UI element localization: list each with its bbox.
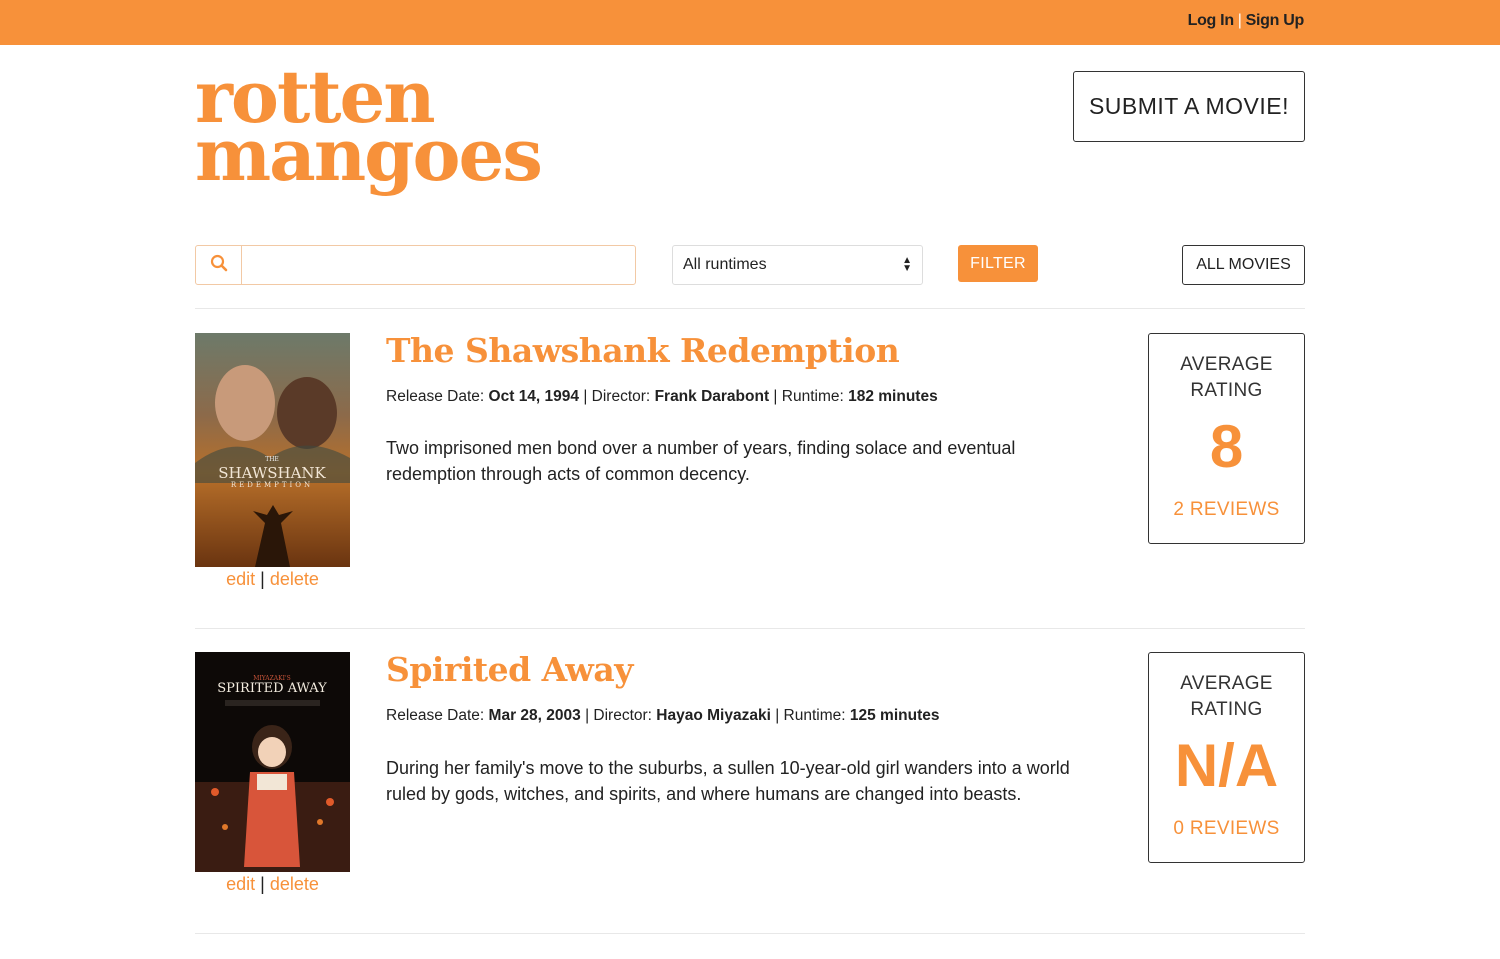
submit-movie-button[interactable]: SUBMIT A MOVIE!	[1073, 71, 1305, 142]
select-arrows-icon: ▲ ▼	[902, 255, 912, 274]
site-logo[interactable]: rotten mangoes	[195, 61, 543, 197]
movie-poster[interactable]: THE SHAWSHANK REDEMPTION	[195, 333, 350, 567]
director-label: Director:	[593, 707, 652, 724]
poster-subtitle: REDEMPTION	[231, 481, 313, 489]
divider	[195, 628, 1305, 629]
runtime-value: 125 minutes	[849, 707, 940, 724]
release-label: Release Date:	[386, 707, 485, 724]
rating-label-line-2: RATING	[1190, 380, 1263, 401]
movie-title[interactable]: The Shawshank Redemption	[386, 331, 900, 370]
movie-description: Two imprisoned men bond over a number of…	[386, 438, 1016, 484]
top-nav-bar: Log In | Sign Up	[0, 0, 1500, 45]
rating-label: AVERAGE RATING	[1149, 671, 1304, 723]
runtime-label: Runtime:	[783, 707, 846, 724]
movie-meta: Release Date: Mar 28, 2003 | Director: H…	[386, 707, 940, 724]
search-icon	[210, 254, 228, 277]
logo-line-2: mangoes	[195, 112, 543, 197]
edit-delete-links: edit | delete	[226, 874, 319, 894]
rating-label-line-1: AVERAGE	[1180, 673, 1273, 694]
rating-box: AVERAGE RATING N/A 0 REVIEWS	[1148, 652, 1305, 863]
movie-meta: Release Date: Oct 14, 1994 | Director: F…	[386, 388, 938, 405]
runtime-select-value: All runtimes	[683, 256, 767, 273]
rating-label-line-2: RATING	[1190, 699, 1263, 720]
divider	[195, 933, 1305, 934]
movie-description: During her family's move to the suburbs,…	[386, 758, 1070, 804]
edit-link[interactable]: edit	[226, 874, 255, 894]
runtime-value: 182 minutes	[848, 388, 938, 405]
edit-link[interactable]: edit	[226, 569, 255, 589]
poster-small-text: THE	[265, 456, 279, 463]
release-label: Release Date:	[386, 388, 485, 405]
all-movies-button[interactable]: ALL MOVIES	[1182, 245, 1305, 285]
filter-button[interactable]: FILTER	[958, 245, 1038, 282]
director-name: Frank Darabont	[654, 388, 770, 405]
poster-title: SPIRITED AWAY	[217, 681, 327, 696]
runtime-select[interactable]: All runtimes ▲ ▼	[672, 245, 923, 285]
search-addon	[196, 246, 242, 284]
rating-label: AVERAGE RATING	[1149, 352, 1304, 404]
movie-title[interactable]: Spirited Away	[386, 650, 633, 689]
movie-poster[interactable]: MIYAZAKI'S SPIRITED AWAY	[195, 652, 350, 872]
login-link[interactable]: Log In	[1188, 12, 1234, 29]
poster-title: SHAWSHANK	[218, 464, 326, 482]
rating-box: AVERAGE RATING 8 2 REVIEWS	[1148, 333, 1305, 544]
rating-value: 8	[1209, 413, 1244, 480]
auth-separator: |	[1237, 12, 1242, 29]
delete-link[interactable]: delete	[270, 874, 319, 894]
release-date: Oct 14, 1994	[488, 388, 580, 405]
delete-link[interactable]: delete	[270, 569, 319, 589]
release-date: Mar 28, 2003	[488, 707, 581, 724]
edit-delete-links: edit | delete	[226, 569, 319, 589]
director-label: Director:	[591, 388, 651, 405]
auth-links: Log In | Sign Up	[1188, 12, 1305, 30]
search-input[interactable]	[242, 246, 635, 284]
rating-label-line-1: AVERAGE	[1180, 354, 1273, 375]
reviews-link[interactable]: 0 REVIEWS	[1149, 818, 1304, 840]
divider	[195, 308, 1305, 309]
search-box	[195, 245, 636, 285]
reviews-link[interactable]: 2 REVIEWS	[1149, 499, 1304, 521]
director-name: Hayao Miyazaki	[656, 707, 771, 724]
signup-link[interactable]: Sign Up	[1246, 12, 1305, 29]
runtime-label: Runtime:	[781, 388, 844, 405]
rating-value: N/A	[1174, 732, 1279, 799]
